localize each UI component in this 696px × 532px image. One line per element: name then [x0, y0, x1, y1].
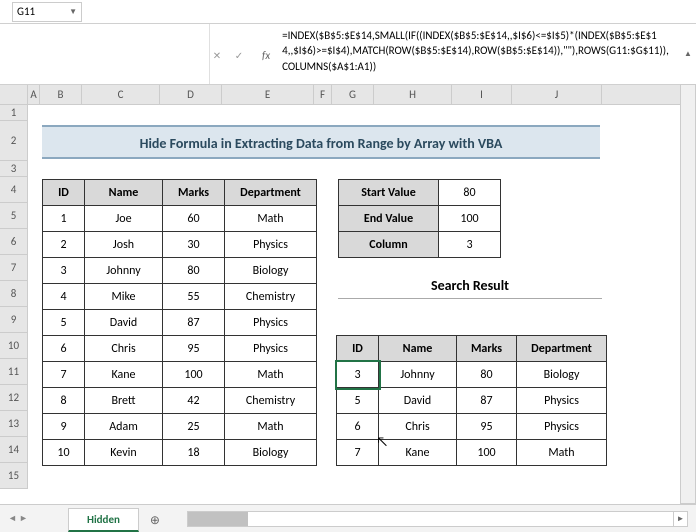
- row-headers: 1 2 3 4 5 6 7 8 9 10 11 12 13 14 15: [0, 105, 28, 489]
- table-row: 7Kane100Math: [337, 440, 607, 466]
- table-row: 3Johnny80Biology: [337, 362, 607, 388]
- th-marks[interactable]: Marks: [163, 180, 225, 206]
- students-table: ID Name Marks Department 1Joe60Math 2Jos…: [42, 179, 317, 466]
- param-value[interactable]: 3: [439, 232, 501, 258]
- col-header[interactable]: C: [82, 85, 160, 104]
- col-header[interactable]: B: [40, 85, 82, 104]
- row-header[interactable]: 7: [0, 255, 28, 281]
- col-header[interactable]: A: [28, 85, 40, 104]
- page-title: Hide Formula in Extracting Data from Ran…: [42, 125, 600, 159]
- table-row: Column3: [339, 232, 501, 258]
- param-value[interactable]: 100: [439, 206, 501, 232]
- table-row: Start Value80: [339, 180, 501, 206]
- fx-label[interactable]: fx: [262, 49, 270, 62]
- row-header[interactable]: 2: [0, 121, 28, 161]
- table-header-row: ID Name Marks Department: [337, 336, 607, 362]
- table-row: 2Josh30Physics: [43, 232, 317, 258]
- horizontal-scrollbar[interactable]: ◄ ►: [187, 511, 688, 527]
- col-header[interactable]: F: [314, 85, 332, 104]
- row-header[interactable]: 6: [0, 229, 28, 255]
- th-name[interactable]: Name: [85, 180, 163, 206]
- table-row: 10Kevin18Biology: [43, 440, 317, 466]
- scroll-thumb[interactable]: [188, 512, 248, 526]
- sheet-tab-active[interactable]: Hidden: [68, 508, 139, 532]
- row-header[interactable]: 5: [0, 203, 28, 229]
- th-marks[interactable]: Marks: [457, 336, 517, 362]
- name-box[interactable]: G11 ▼: [12, 2, 82, 22]
- active-cell[interactable]: 3: [337, 362, 379, 388]
- param-label[interactable]: End Value: [339, 206, 439, 232]
- row-header[interactable]: 1: [0, 105, 28, 121]
- table-row: 3Johnny80Biology: [43, 258, 317, 284]
- table-row: 6Chris95Physics: [337, 414, 607, 440]
- th-id[interactable]: ID: [337, 336, 379, 362]
- row-header[interactable]: 10: [0, 333, 28, 359]
- table-row: 1Joe60Math: [43, 206, 317, 232]
- vertical-scrollbar[interactable]: [680, 84, 696, 504]
- row-header[interactable]: 15: [0, 463, 28, 489]
- th-dept[interactable]: Department: [225, 180, 317, 206]
- tab-nav-arrows[interactable]: ◄ ►: [0, 513, 28, 524]
- column-headers: A B C D E F G H I J: [0, 85, 696, 105]
- param-value[interactable]: 80: [439, 180, 501, 206]
- table-header-row: ID Name Marks Department: [43, 180, 317, 206]
- accept-formula-icon[interactable]: ✓: [232, 48, 246, 62]
- row-header[interactable]: 9: [0, 307, 28, 333]
- th-name[interactable]: Name: [379, 336, 457, 362]
- table-row: 5David87Physics: [43, 310, 317, 336]
- status-bar: ◄ ► Hidden ⊕ ◄ ►: [0, 504, 696, 532]
- th-id[interactable]: ID: [43, 180, 85, 206]
- row-header[interactable]: 3: [0, 161, 28, 177]
- row-header[interactable]: 12: [0, 385, 28, 411]
- col-header[interactable]: H: [374, 85, 452, 104]
- row-header[interactable]: 14: [0, 437, 28, 463]
- param-label[interactable]: Start Value: [339, 180, 439, 206]
- add-sheet-icon[interactable]: ⊕: [143, 508, 167, 532]
- params-table: Start Value80 End Value100 Column3: [338, 179, 501, 258]
- table-row: 6Chris95Physics: [43, 336, 317, 362]
- col-header[interactable]: J: [512, 85, 602, 104]
- select-all-corner[interactable]: [0, 85, 28, 104]
- table-row: 4Mike55Chemistry: [43, 284, 317, 310]
- th-dept[interactable]: Department: [517, 336, 607, 362]
- table-row: 5David87Physics: [337, 388, 607, 414]
- row-header[interactable]: 4: [0, 177, 28, 203]
- table-row: End Value100: [339, 206, 501, 232]
- formula-bar[interactable]: =INDEX($B$5:$E$14,SMALL(IF((INDEX($B$5:$…: [270, 24, 680, 84]
- collapse-formula-icon[interactable]: ▲: [680, 24, 696, 84]
- scroll-right-icon[interactable]: ►: [673, 512, 687, 526]
- search-result-title: Search Result: [338, 277, 602, 299]
- cancel-formula-icon[interactable]: ✕: [210, 48, 224, 62]
- results-table: ID Name Marks Department 3Johnny80Biolog…: [336, 335, 607, 466]
- table-row: 7Kane100Math: [43, 362, 317, 388]
- col-header[interactable]: I: [452, 85, 512, 104]
- col-header[interactable]: G: [332, 85, 374, 104]
- row-header[interactable]: 11: [0, 359, 28, 385]
- row-header[interactable]: 13: [0, 411, 28, 437]
- worksheet[interactable]: Hide Formula in Extracting Data from Ran…: [28, 105, 696, 489]
- table-row: 8Brett42Chemistry: [43, 388, 317, 414]
- col-header[interactable]: E: [222, 85, 314, 104]
- col-header[interactable]: D: [160, 85, 222, 104]
- name-box-text: G11: [17, 5, 35, 18]
- param-label[interactable]: Column: [339, 232, 439, 258]
- chevron-down-icon[interactable]: ▼: [69, 7, 77, 17]
- row-header[interactable]: 8: [0, 281, 28, 307]
- table-row: 9Adam25Math: [43, 414, 317, 440]
